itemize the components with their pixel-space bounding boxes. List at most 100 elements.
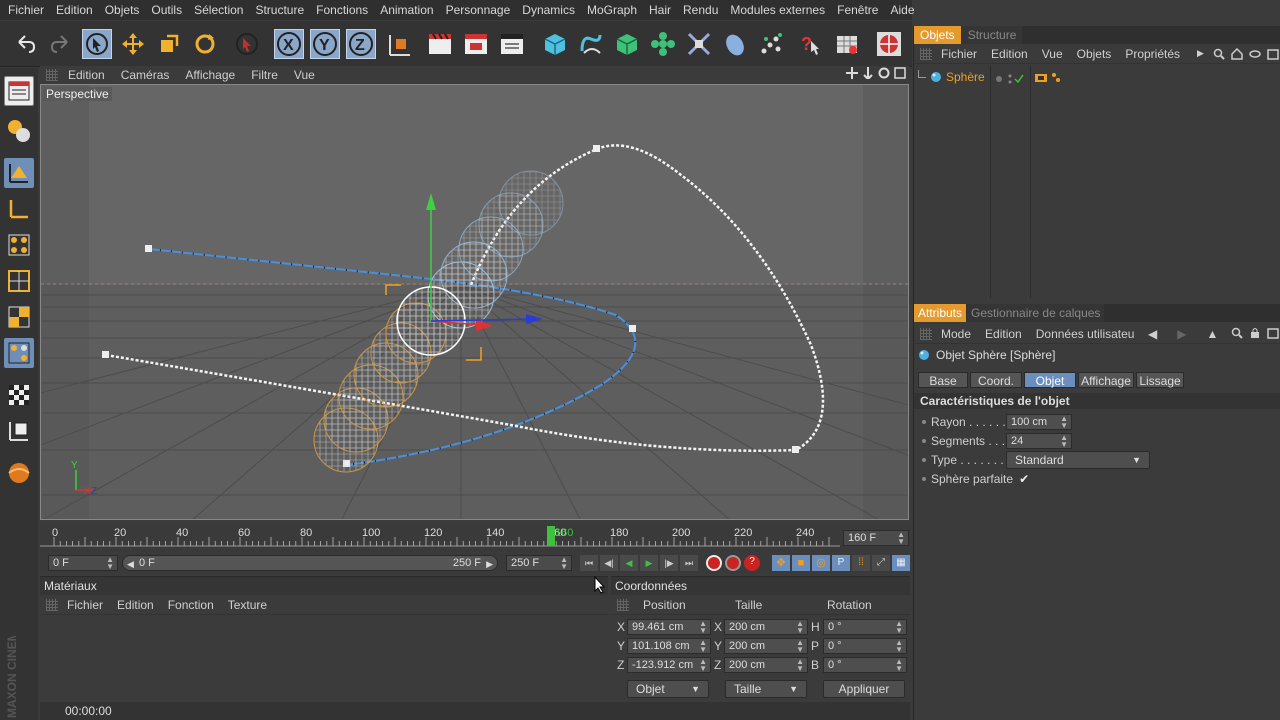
menu-fen-tre[interactable]: Fenêtre [831,3,884,17]
go-to-start-icon[interactable]: ⏮ [580,555,598,571]
maximize-view-icon[interactable] [894,67,906,79]
materials-menu-texture[interactable]: Texture [221,598,274,612]
menu-objets[interactable]: Objets [99,3,146,17]
objects-menu-edition[interactable]: Edition [984,47,1035,61]
key-scale-icon[interactable]: ■ [792,555,810,571]
rotation-field[interactable]: 0 ° ▲ ▼ [823,619,907,635]
position-field[interactable]: 101.108 cm ▲ ▼ [627,638,711,654]
points-mode-icon[interactable] [4,230,34,260]
auto-key-icon[interactable] [725,555,741,571]
playhead-marker[interactable] [547,526,555,546]
attr-tab-objet[interactable]: Objet [1024,372,1076,388]
rotation-field[interactable]: 0 ° ▲ ▼ [823,657,907,673]
timeline-ruler[interactable]: 0 20 40 60 80 100 120 140 160 180 200 220 240 160 160… [40,524,910,552]
checker-mode-icon[interactable] [4,380,34,410]
orbit-icon[interactable] [878,67,890,79]
deformer-icon[interactable] [684,29,714,59]
materials-menu-fonction[interactable]: Fonction [161,598,221,612]
drag-grip-icon[interactable] [617,598,629,611]
type-dropdown[interactable]: Standard ▼ [1006,451,1150,469]
polygons-mode-icon[interactable] [4,302,34,332]
tab-layer-manager[interactable]: Gestionnaire de calques [967,304,1105,322]
key-position-icon[interactable]: ✥ [772,555,790,571]
new-window-icon[interactable] [1267,48,1279,60]
position-field[interactable]: 99.461 cm ▲ ▼ [627,619,711,635]
pan-icon[interactable] [846,67,858,79]
recent-tool-icon[interactable] [232,29,262,59]
model-mode-icon[interactable] [4,116,34,146]
coord-size-dropdown[interactable]: Taille ▼ [725,680,807,698]
tab-objets[interactable]: Objets [914,26,961,44]
viewport-menu-vue[interactable]: Vue [286,68,323,82]
layout-icon[interactable] [4,76,34,106]
tab-structure[interactable]: Structure [961,26,1023,44]
render-view-icon[interactable] [425,29,455,59]
array-icon[interactable] [648,29,678,59]
cinema-sphere-icon[interactable] [874,29,904,59]
tab-attributs[interactable]: Attributs [914,304,967,322]
attributes-menu-mode[interactable]: Mode [934,327,978,341]
sculpt-icon[interactable] [4,458,34,488]
world-coordinates-icon[interactable] [384,29,414,59]
apply-button[interactable]: Appliquer [823,680,905,698]
menu-modules-externes[interactable]: Modules externes [724,3,831,17]
materials-menu-edition[interactable]: Edition [110,598,161,612]
objects-menu-vue[interactable]: Vue [1035,47,1070,61]
render-picture-viewer-icon[interactable] [461,29,491,59]
attributes-menu-donnees[interactable]: Données utilisateu [1029,327,1142,341]
menu-mograph[interactable]: MoGraph [581,3,643,17]
render-settings-icon[interactable] [497,29,527,59]
menu-fonctions[interactable]: Fonctions [310,3,374,17]
anim-dot-icon[interactable] [922,420,926,424]
go-to-end-icon[interactable]: ⏭ [680,555,698,571]
nurbs-icon[interactable] [612,29,642,59]
attr-tab-coord[interactable]: Coord. [970,372,1022,388]
zoom-icon[interactable] [862,67,874,79]
axis-mode-icon[interactable] [4,194,34,224]
menu-structure[interactable]: Structure [249,3,310,17]
key-parameter-icon[interactable]: P [832,555,850,571]
menu-edition[interactable]: Edition [50,3,99,17]
viewport-menu-affichage[interactable]: Affichage [177,68,243,82]
object-row-sphere[interactable]: Sphère [918,70,985,84]
key-rotation-icon[interactable]: ◎ [812,555,830,571]
redo-icon[interactable] [46,29,76,59]
menu-dynamics[interactable]: Dynamics [516,3,581,17]
visibility-dots-icon[interactable] [996,74,1030,84]
drag-grip-icon[interactable] [920,47,932,60]
forward-arrow-icon[interactable]: ▶ [1170,327,1193,341]
menu-aide[interactable]: Aide [884,3,920,17]
next-key-icon[interactable]: |▶ [660,555,678,571]
drag-grip-icon[interactable] [46,69,58,81]
record-key-icon[interactable] [706,555,722,571]
menu-rendu[interactable]: Rendu [677,3,724,17]
current-frame-field[interactable]: 160 F ▲ ▼ [843,530,909,546]
keyframe-selection-icon[interactable]: ? [744,555,760,571]
previous-key-icon[interactable]: ◀| [600,555,618,571]
rotate-icon[interactable] [190,29,220,59]
lock-icon[interactable] [1249,327,1261,339]
play-backward-icon[interactable]: ◀ [620,555,638,571]
anim-dot-icon[interactable] [922,458,926,462]
object-mode-icon[interactable] [4,158,34,188]
edges-mode-icon[interactable] [4,266,34,296]
home-icon[interactable] [1231,47,1243,60]
tags-icon[interactable] [1034,72,1064,84]
objects-menu-objets[interactable]: Objets [1070,47,1119,61]
sphere-parfaite-checkbox[interactable]: ✔ [1019,472,1029,486]
attributes-menu-edition[interactable]: Edition [978,327,1029,341]
new-window-icon[interactable] [1267,327,1280,339]
menu-personnage[interactable]: Personnage [440,3,517,17]
link-icon[interactable] [1249,48,1261,60]
rotation-field[interactable]: 0 ° ▲ ▼ [823,638,907,654]
search-icon[interactable] [1213,48,1225,60]
back-arrow-icon[interactable]: ◀ [1141,327,1164,341]
size-field[interactable]: 200 cm ▲ ▼ [724,657,808,673]
segments-field[interactable]: 24 ▲ ▼ [1006,433,1072,449]
size-field[interactable]: 200 cm ▲ ▼ [724,638,808,654]
menu-hair[interactable]: Hair [643,3,677,17]
cube-icon[interactable] [540,29,570,59]
workplane-icon[interactable] [4,416,34,446]
spline-pen-icon[interactable] [576,29,606,59]
play-forward-icon[interactable]: ▶ [640,555,658,571]
